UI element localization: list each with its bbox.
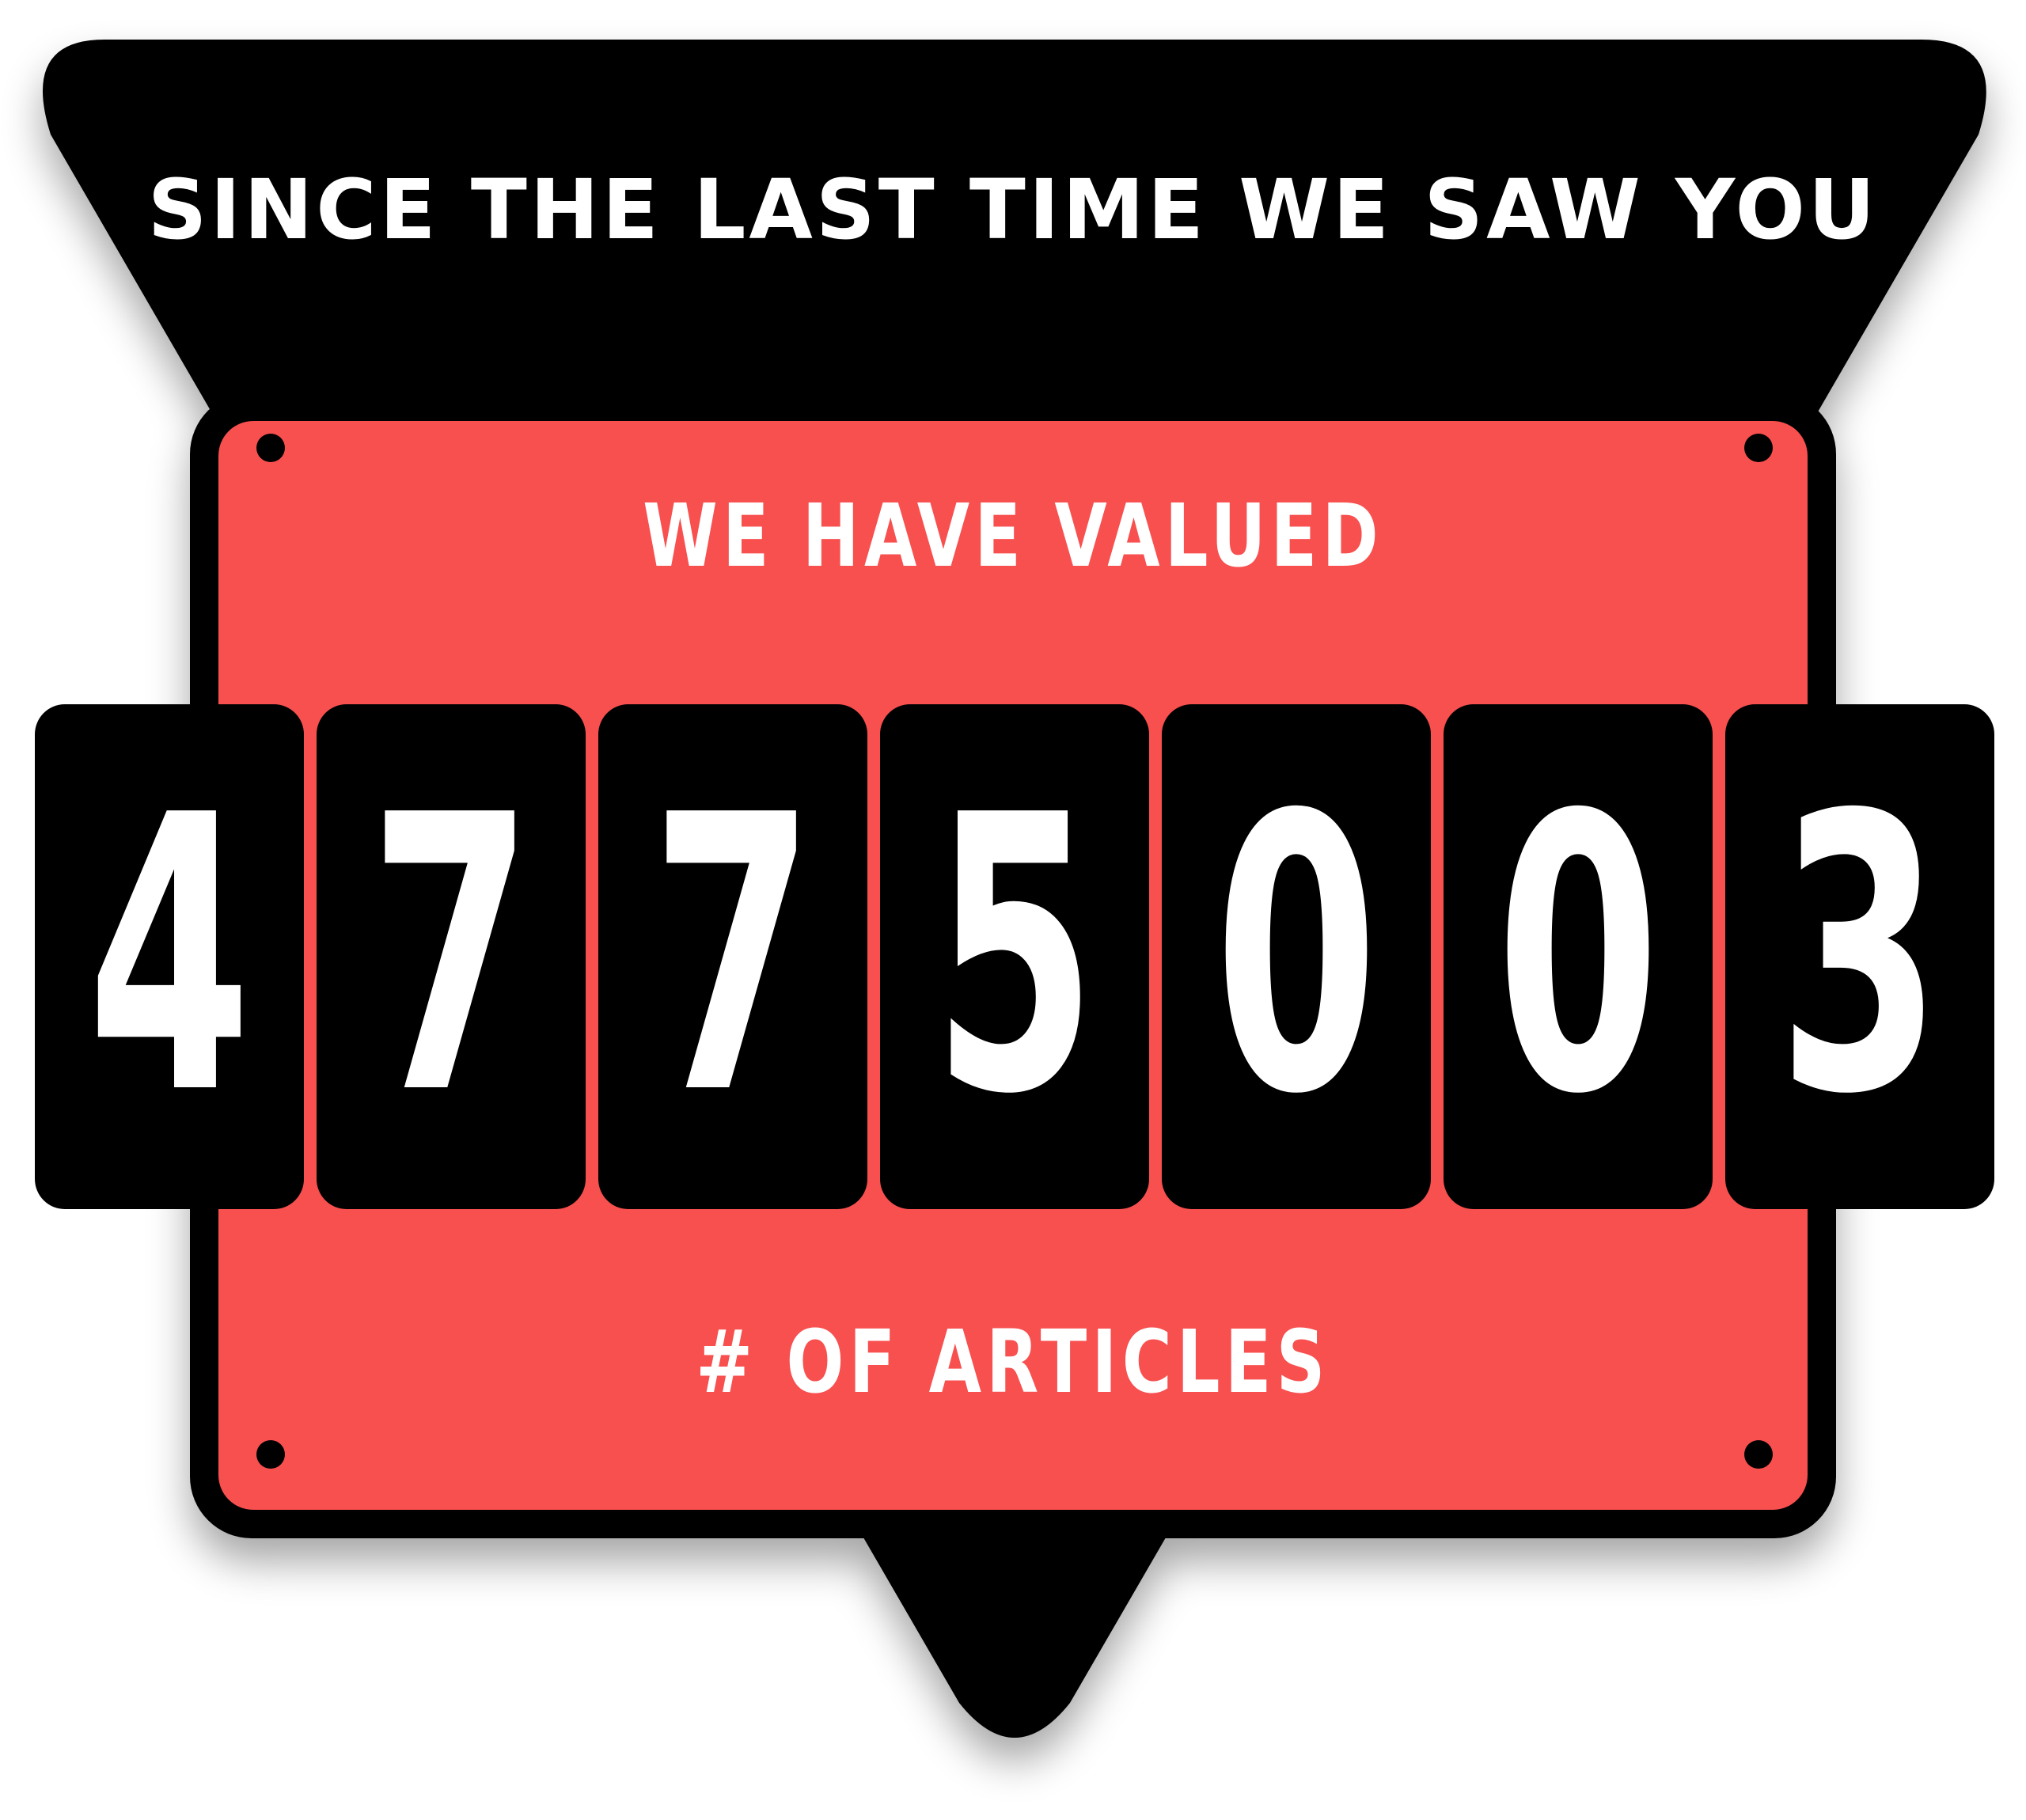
digit: 0 [1214, 735, 1379, 1177]
screw-hole-bottom-right [1744, 1440, 1773, 1469]
screw-hole-top-left [256, 434, 285, 462]
label-we-have-valued: WE HAVE VALUED [643, 485, 1383, 586]
digit-card: 4 [35, 704, 304, 1209]
screw-hole-bottom-left [256, 1440, 285, 1469]
digit-counter: 4 7 7 5 0 0 3 [35, 704, 1998, 1209]
digit-card: 3 [1725, 704, 1994, 1209]
digit: 5 [932, 735, 1097, 1177]
digit: 4 [87, 735, 252, 1177]
counter-badge: SINCE THE LAST TIME WE SAW YOU WE HAVE V… [0, 0, 2026, 1820]
screw-hole-top-right [1744, 434, 1773, 462]
digit: 3 [1777, 735, 1942, 1177]
digit-card: 0 [1162, 704, 1431, 1209]
digit: 7 [369, 735, 533, 1177]
digit-card: 5 [880, 704, 1149, 1209]
digit-card: 0 [1444, 704, 1713, 1209]
label-number-of-articles: # OF ARTICLES [696, 1311, 1330, 1412]
digit-card: 7 [317, 704, 586, 1209]
digit-card: 7 [598, 704, 867, 1209]
headline: SINCE THE LAST TIME WE SAW YOU [147, 161, 1879, 258]
digit: 0 [1496, 735, 1660, 1177]
digit: 7 [651, 735, 815, 1177]
